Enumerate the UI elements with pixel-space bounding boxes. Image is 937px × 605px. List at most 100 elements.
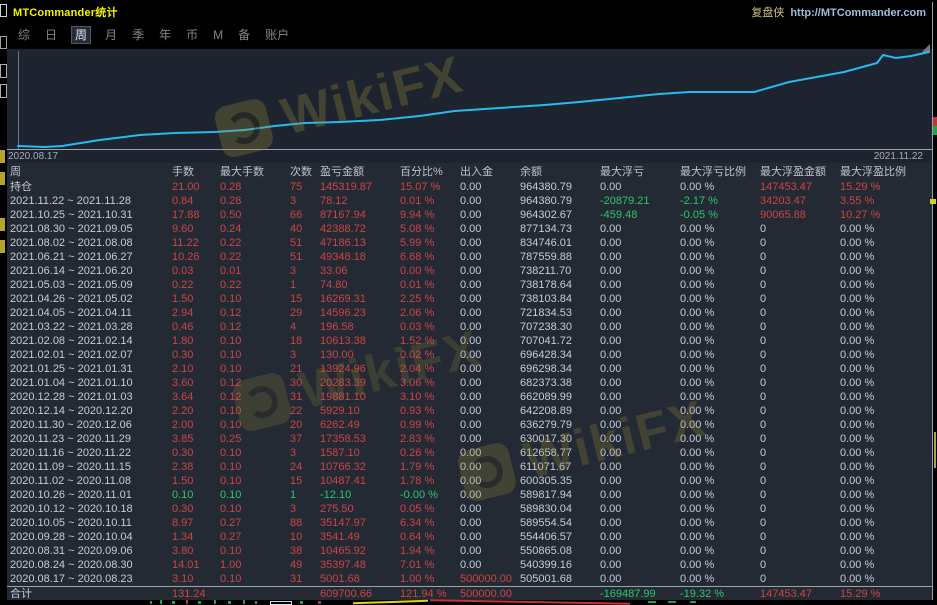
cell-2: 0.27 [220, 517, 290, 529]
table-row[interactable]: 2020.10.05 ~ 2020.10.118.970.278835147.9… [7, 516, 932, 530]
cell-11: 0.00 % [840, 531, 932, 543]
table-row[interactable]: 2021.08.30 ~ 2021.09.059.600.244042388.7… [7, 222, 932, 236]
table-row[interactable]: 2020.11.02 ~ 2020.11.081.500.101510487.4… [7, 474, 932, 488]
cell-8: 0.00 [600, 433, 680, 445]
table-row[interactable]: 2021.10.25 ~ 2021.10.3117.880.506687167.… [7, 208, 932, 222]
column-header-6[interactable]: 出入金 [460, 166, 520, 178]
menu-item-account[interactable]: 账户 [265, 27, 289, 43]
cell-2: 0.10 [220, 545, 290, 557]
cell-7: 612658.77 [520, 447, 600, 459]
cell-10: 0 [760, 475, 840, 487]
column-header-11[interactable]: 最大浮盈比例 [840, 166, 932, 178]
cell-11: 0.00 % [840, 433, 932, 445]
table-row[interactable]: 2020.11.30 ~ 2020.12.062.000.10206262.49… [7, 418, 932, 432]
cell-10: 0 [760, 559, 840, 571]
menu-item-backup[interactable]: 备 [238, 27, 250, 43]
column-header-4[interactable]: 盈亏金额 [320, 166, 400, 178]
menu-item-overview[interactable]: 综 [18, 27, 30, 43]
cell-11: 0.00 % [840, 517, 932, 529]
cell-0: 2020.11.30 ~ 2020.12.06 [10, 419, 172, 431]
cell-2: 0.10 [220, 573, 290, 585]
table-row[interactable]: 2020.08.31 ~ 2020.09.063.800.103810465.9… [7, 544, 932, 558]
table-row-total[interactable]: 合计131.24609700.66121.94 %500000.00-16948… [7, 586, 932, 600]
cell-0: 2020.10.26 ~ 2020.11.01 [10, 489, 172, 501]
cell-7: 707041.72 [520, 335, 600, 347]
column-header-7[interactable]: 余额 [520, 166, 600, 178]
cell-0: 2021.11.22 ~ 2021.11.28 [10, 195, 172, 207]
table-row[interactable]: 2020.08.17 ~ 2020.08.233.100.10315001.68… [7, 572, 932, 586]
cell-10: 0 [760, 377, 840, 389]
cell-7: 787559.88 [520, 251, 600, 263]
cell-10: 0 [760, 545, 840, 557]
cell-9: 0.00 % [680, 377, 760, 389]
table-row[interactable]: 2021.11.22 ~ 2021.11.280.840.28378.120.0… [7, 194, 932, 208]
table-row[interactable]: 2020.11.09 ~ 2020.11.152.380.102410766.3… [7, 460, 932, 474]
table-row[interactable]: 2020.11.23 ~ 2020.11.293.850.253717358.5… [7, 432, 932, 446]
column-header-9[interactable]: 最大浮亏比例 [680, 166, 760, 178]
column-header-8[interactable]: 最大浮亏 [600, 166, 680, 178]
menu-item-month[interactable]: 月 [105, 27, 117, 43]
table-row[interactable]: 2021.08.02 ~ 2021.08.0811.220.225147186.… [7, 236, 932, 250]
cell-8: 0.00 [600, 419, 680, 431]
table-row[interactable]: 2020.11.16 ~ 2020.11.220.300.1031587.100… [7, 446, 932, 460]
cell-7: 964380.79 [520, 181, 600, 193]
cell-5: 0.02 % [400, 349, 460, 361]
table-row[interactable]: 2021.04.26 ~ 2021.05.021.500.101516269.3… [7, 292, 932, 306]
cell-7: 696298.34 [520, 363, 600, 375]
column-header-2[interactable]: 最大手数 [220, 166, 290, 178]
table-row[interactable]: 2020.09.28 ~ 2020.10.041.340.27103541.49… [7, 530, 932, 544]
cell-0: 2020.11.09 ~ 2020.11.15 [10, 461, 172, 473]
table-row[interactable]: 2021.03.22 ~ 2021.03.280.460.124196.580.… [7, 320, 932, 334]
table-row-position[interactable]: 持仓21.000.2875145319.8715.07 %0.00964380.… [7, 180, 932, 194]
cell-6: 0.00 [460, 475, 520, 487]
table-row[interactable]: 2020.12.28 ~ 2021.01.033.640.123119881.1… [7, 390, 932, 404]
cell-8: 0.00 [600, 405, 680, 417]
column-header-0[interactable]: 周 [10, 166, 172, 178]
cell-3: 31 [290, 573, 320, 585]
table-row[interactable]: 2021.06.14 ~ 2021.06.200.030.01333.060.0… [7, 264, 932, 278]
table-row[interactable]: 2020.08.24 ~ 2020.08.3014.011.004935397.… [7, 558, 932, 572]
menu-item-week[interactable]: 周 [72, 27, 90, 43]
cell-5: 5.99 % [400, 237, 460, 249]
cell-9: 0.00 % [680, 363, 760, 375]
cell-7: 505001.68 [520, 573, 600, 585]
menu-item-quarter[interactable]: 季 [132, 27, 144, 43]
cell-5: 6.34 % [400, 517, 460, 529]
column-header-5[interactable]: 百分比% [400, 166, 460, 178]
menu-item-currency[interactable]: 币 [186, 27, 198, 43]
menu-item-year[interactable]: 年 [159, 27, 171, 43]
table-row[interactable]: 2021.01.04 ~ 2021.01.103.600.123020283.3… [7, 376, 932, 390]
table-row[interactable]: 2020.12.14 ~ 2020.12.202.200.10225929.10… [7, 404, 932, 418]
cell-9: 0.00 % [680, 545, 760, 557]
cell-10: 0 [760, 531, 840, 543]
cell-1: 0.30 [172, 349, 220, 361]
cell-9: 0.00 % [680, 573, 760, 585]
cell-9: 0.00 % [680, 517, 760, 529]
table-row[interactable]: 2021.02.08 ~ 2021.02.141.800.101810613.3… [7, 334, 932, 348]
table-row[interactable]: 2021.06.21 ~ 2021.06.2710.260.225149348.… [7, 250, 932, 264]
table-row[interactable]: 2021.05.03 ~ 2021.05.090.220.22174.800.0… [7, 278, 932, 292]
column-header-1[interactable]: 手数 [172, 166, 220, 178]
cell-8: 0.00 [600, 489, 680, 501]
table-row[interactable]: 2021.02.01 ~ 2021.02.070.300.103130.000.… [7, 348, 932, 362]
cell-0: 2020.08.24 ~ 2020.08.30 [10, 559, 172, 571]
cell-4: 275.50 [320, 503, 400, 515]
equity-chart [7, 49, 932, 149]
cell-0: 2020.12.28 ~ 2021.01.03 [10, 391, 172, 403]
table-row[interactable]: 2020.10.26 ~ 2020.11.010.100.101-12.10-0… [7, 488, 932, 502]
column-header-3[interactable]: 次数 [290, 166, 320, 178]
column-header-10[interactable]: 最大浮盈金额 [760, 166, 840, 178]
cell-1: 8.97 [172, 517, 220, 529]
table-row[interactable]: 2020.10.12 ~ 2020.10.180.300.103275.500.… [7, 502, 932, 516]
menu-item-m[interactable]: M [213, 27, 223, 43]
cell-1: 0.46 [172, 321, 220, 333]
cell-1: 1.34 [172, 531, 220, 543]
table-row[interactable]: 2021.01.25 ~ 2021.01.312.100.102113924.9… [7, 362, 932, 376]
cell-2: 0.24 [220, 223, 290, 235]
cell-11: 0.00 % [840, 461, 932, 473]
menu-item-day[interactable]: 日 [45, 27, 57, 43]
cell-5: 0.05 % [400, 503, 460, 515]
cell-3: 75 [290, 181, 320, 193]
cell-7: 707238.30 [520, 321, 600, 333]
table-row[interactable]: 2021.04.05 ~ 2021.04.112.940.122914596.2… [7, 306, 932, 320]
